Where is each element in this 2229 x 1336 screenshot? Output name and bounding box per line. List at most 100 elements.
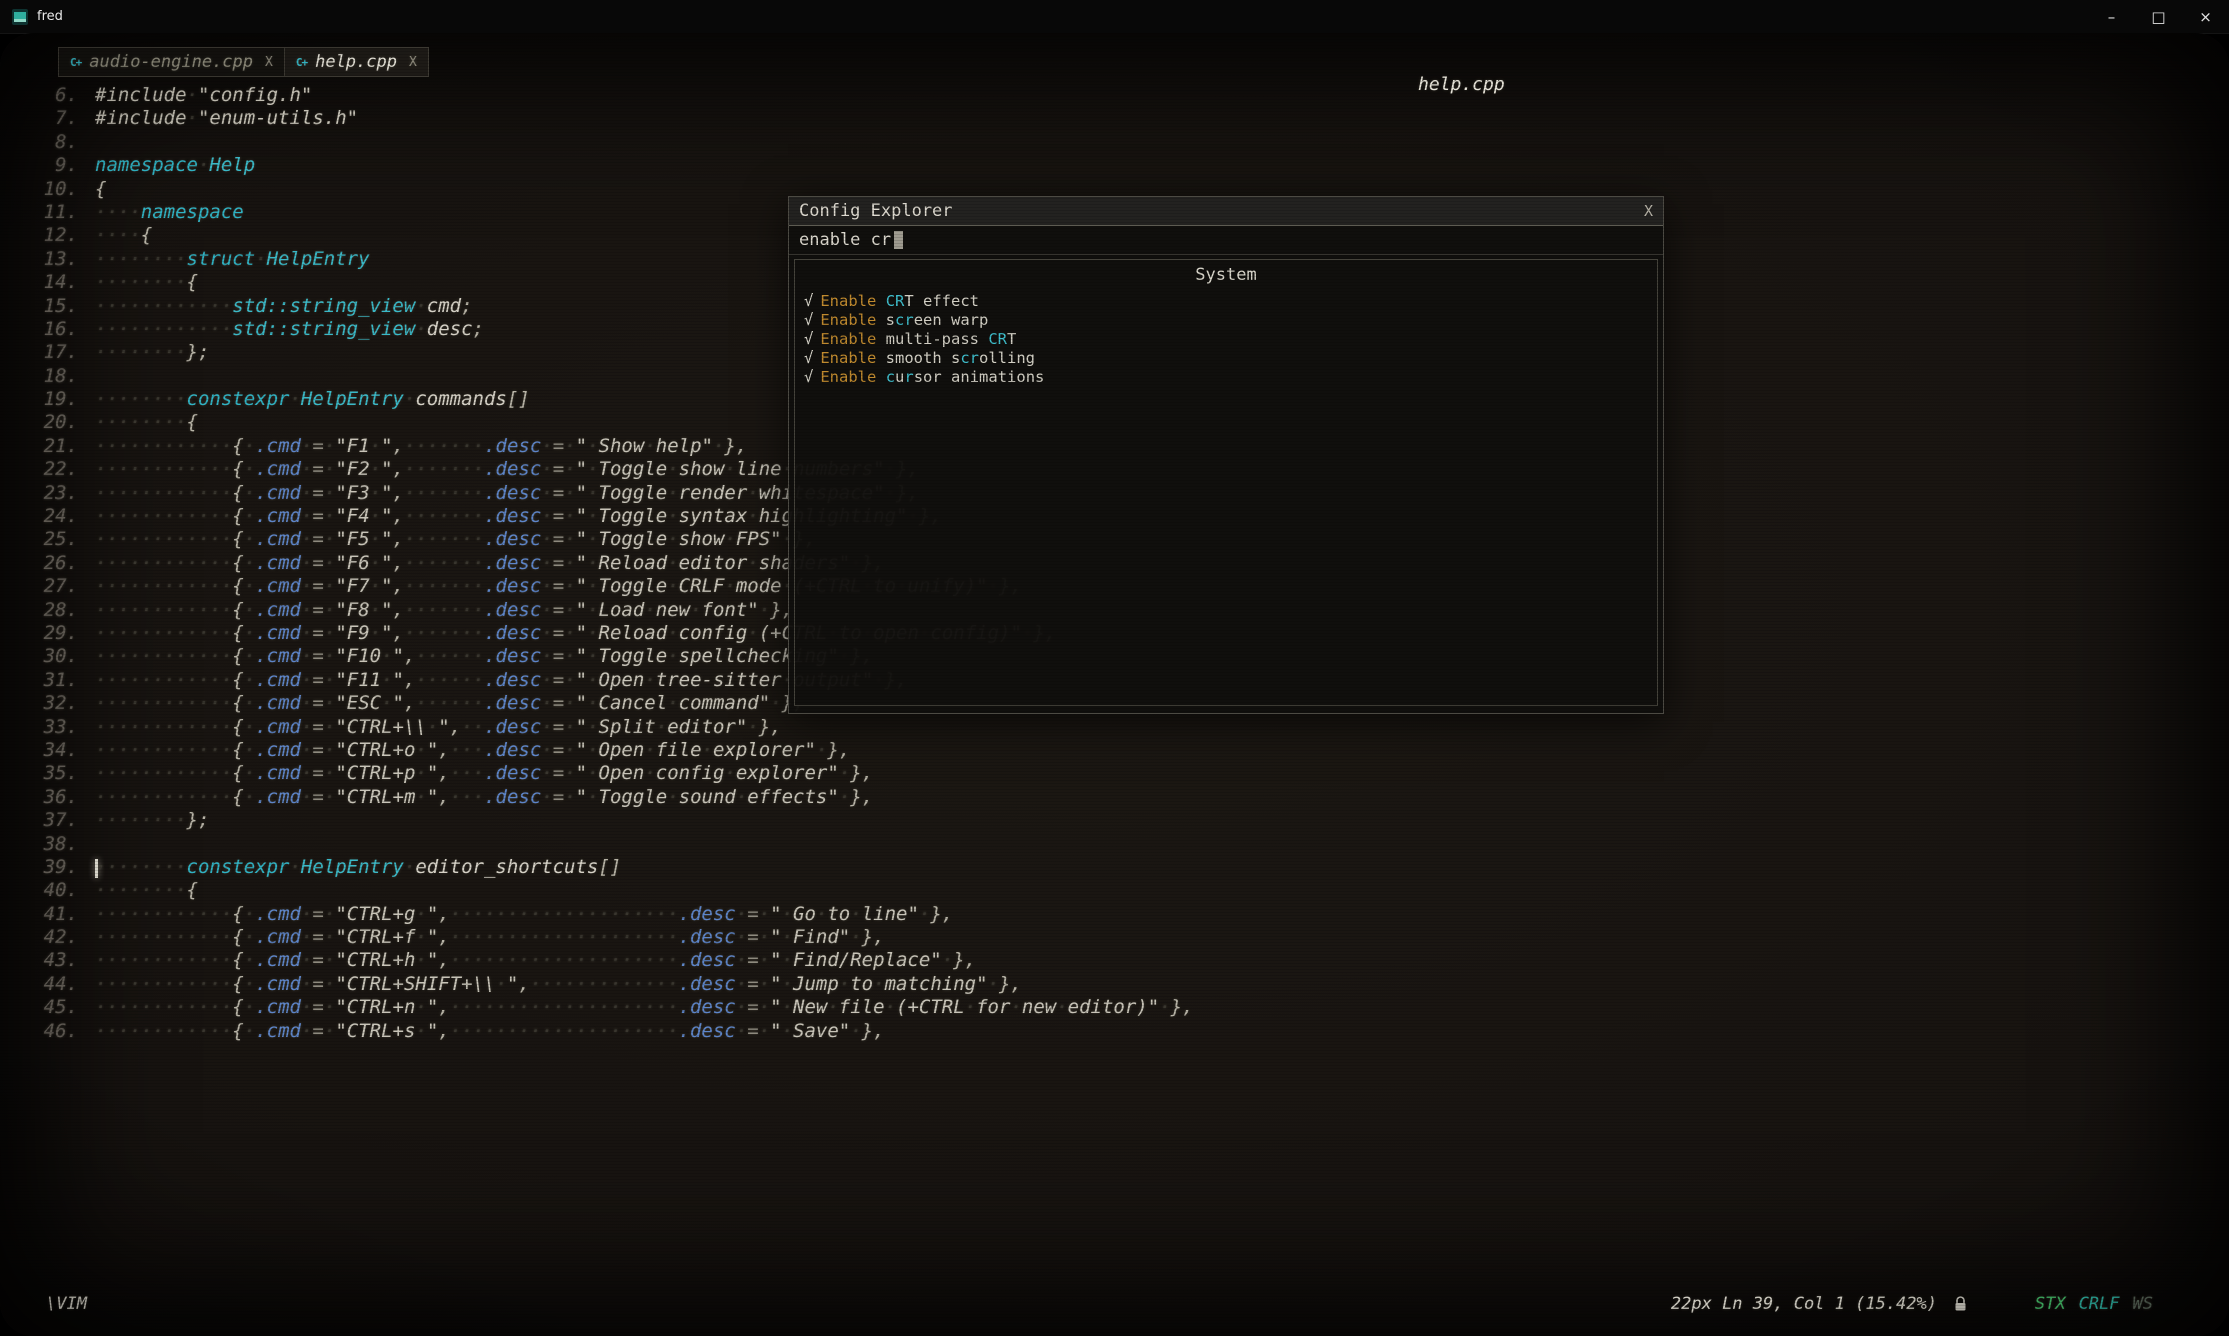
checkbox-checked-icon: √ (804, 349, 813, 367)
tab-audio-engine-cpp[interactable]: audio-engine.cpp X (58, 47, 285, 77)
line-number: 8. (30, 131, 78, 154)
code-line[interactable]: 34.············{·.cmd·=·"CTRL+o·",···.de… (30, 739, 2229, 762)
window-title: fred (37, 9, 63, 24)
close-button[interactable]: × (2182, 0, 2229, 33)
code-line[interactable]: 37.········}; (30, 809, 2229, 832)
line-number: 15. (30, 295, 78, 318)
status-flags: STX CRLF WS (2035, 1294, 2153, 1314)
config-option-row[interactable]: √Enable CRT effect (804, 292, 1648, 311)
code-line[interactable]: 6.#include·"config.h" (30, 84, 2229, 107)
line-number: 20. (30, 411, 78, 434)
line-number: 18. (30, 365, 78, 388)
code-line[interactable]: 40.········{ (30, 879, 2229, 902)
line-number: 37. (30, 809, 78, 832)
status-bar: \VIM 22px Ln 39, Col 1 (15.42%) STX CRLF W… (0, 1294, 2229, 1320)
config-options-list: System √Enable CRT effect√Enable screen … (794, 259, 1658, 706)
line-number: 14. (30, 271, 78, 294)
tab-bar: audio-engine.cpp X help.cpp X (58, 47, 429, 77)
cursor-position-info: 22px Ln 39, Col 1 (15.42%) (1671, 1294, 1937, 1314)
line-number: 28. (30, 599, 78, 622)
line-number: 26. (30, 552, 78, 575)
checkbox-checked-icon: √ (804, 368, 813, 386)
line-number: 23. (30, 482, 78, 505)
tab-label: help.cpp (315, 52, 397, 72)
line-number: 19. (30, 388, 78, 411)
line-number: 36. (30, 786, 78, 809)
config-option-row[interactable]: √Enable screen warp (804, 311, 1648, 330)
line-number: 13. (30, 248, 78, 271)
code-line[interactable]: 43.············{·.cmd·=·"CTRL+h·",······… (30, 949, 2229, 972)
config-option-row[interactable]: √Enable multi-pass CRT (804, 330, 1648, 349)
tab-help-cpp[interactable]: help.cpp X (284, 47, 429, 77)
lock-icon (1954, 1296, 1967, 1317)
tab-label: audio-engine.cpp (89, 52, 253, 72)
line-number: 7. (30, 107, 78, 130)
code-line[interactable]: 39.········constexpr·HelpEntry·editor_sh… (30, 856, 2229, 879)
code-line[interactable]: 45.············{·.cmd·=·"CTRL+n·",······… (30, 996, 2229, 1019)
line-number: 38. (30, 833, 78, 856)
code-line[interactable]: 42.············{·.cmd·=·"CTRL+f·",······… (30, 926, 2229, 949)
line-number: 43. (30, 949, 78, 972)
cpp-file-icon (70, 56, 81, 69)
config-option-row[interactable]: √Enable smooth scrolling (804, 349, 1648, 368)
line-number: 21. (30, 435, 78, 458)
code-line[interactable]: 46.············{·.cmd·=·"CTRL+s·",······… (30, 1020, 2229, 1043)
line-number: 45. (30, 996, 78, 1019)
tab-close-icon[interactable]: X (409, 55, 417, 70)
code-line[interactable]: 41.············{·.cmd·=·"CTRL+g·",······… (30, 903, 2229, 926)
line-number: 16. (30, 318, 78, 341)
tab-close-icon[interactable]: X (265, 55, 273, 70)
line-number: 34. (30, 739, 78, 762)
status-flag: WS (2133, 1294, 2153, 1314)
line-number: 44. (30, 973, 78, 996)
code-line[interactable]: 8. (30, 131, 2229, 154)
line-number: 30. (30, 645, 78, 668)
line-number: 39. (30, 856, 78, 879)
line-number: 29. (30, 622, 78, 645)
config-close-icon[interactable]: X (1644, 202, 1653, 220)
line-number: 11. (30, 201, 78, 224)
line-number: 27. (30, 575, 78, 598)
config-explorer-window: Config Explorer X enable cr System √Enab… (788, 196, 1664, 714)
checkbox-checked-icon: √ (804, 311, 813, 329)
config-search-query: enable cr (799, 230, 891, 250)
code-line[interactable]: 38. (30, 833, 2229, 856)
status-flag: STX (2035, 1294, 2066, 1314)
checkbox-checked-icon: √ (804, 330, 813, 348)
line-number: 9. (30, 154, 78, 177)
search-cursor (894, 231, 903, 249)
window-titlebar: fred – □ × (0, 0, 2229, 34)
config-explorer-titlebar: Config Explorer X (789, 197, 1663, 226)
editor-screen: audio-engine.cpp X help.cpp X help.cpp 6… (0, 33, 2229, 1336)
status-flag: CRLF (2079, 1294, 2120, 1314)
code-line[interactable]: 9.namespace·Help (30, 154, 2229, 177)
line-number: 31. (30, 669, 78, 692)
config-section-header: System (804, 265, 1648, 285)
code-line[interactable]: 7.#include·"enum-utils.h" (30, 107, 2229, 130)
line-number: 40. (30, 879, 78, 902)
minimize-button[interactable]: – (2088, 0, 2135, 33)
checkbox-checked-icon: √ (804, 292, 813, 310)
code-line[interactable]: 36.············{·.cmd·=·"CTRL+m·",···.de… (30, 786, 2229, 809)
window-controls: – □ × (2088, 0, 2229, 33)
config-option-row[interactable]: √Enable cursor animations (804, 368, 1648, 387)
code-line[interactable]: 44.············{·.cmd·=·"CTRL+SHIFT+\\·"… (30, 973, 2229, 996)
line-number: 46. (30, 1020, 78, 1043)
config-explorer-title: Config Explorer (799, 201, 953, 221)
line-number: 25. (30, 528, 78, 551)
line-number: 6. (30, 84, 78, 107)
code-line[interactable]: 33.············{·.cmd·=·"CTRL+\\·",··.de… (30, 716, 2229, 739)
line-number: 24. (30, 505, 78, 528)
cpp-file-icon (296, 56, 307, 69)
line-number: 35. (30, 762, 78, 785)
line-number: 22. (30, 458, 78, 481)
pane-filename: help.cpp (1418, 74, 1505, 95)
maximize-button[interactable]: □ (2135, 0, 2182, 33)
line-number: 10. (30, 178, 78, 201)
line-number: 33. (30, 716, 78, 739)
vim-mode-indicator: \VIM (46, 1294, 87, 1314)
config-search-input[interactable]: enable cr (789, 226, 1663, 255)
config-options: √Enable CRT effect√Enable screen warp√En… (804, 292, 1648, 387)
line-number: 12. (30, 224, 78, 247)
code-line[interactable]: 35.············{·.cmd·=·"CTRL+p·",···.de… (30, 762, 2229, 785)
